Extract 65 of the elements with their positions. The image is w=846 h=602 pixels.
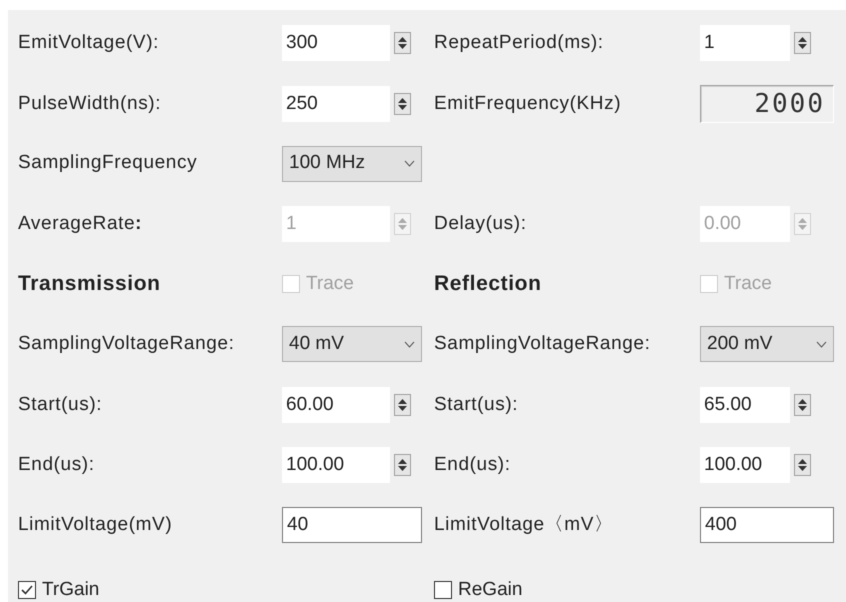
down-arrow-icon: [798, 224, 807, 230]
up-arrow-icon: [798, 37, 807, 42]
checkbox-label: Trace: [724, 272, 772, 296]
spinner-button[interactable]: [794, 394, 811, 416]
spinner-button[interactable]: [794, 32, 811, 54]
down-arrow-icon: [398, 406, 407, 411]
field-label: End(us):: [434, 452, 512, 477]
field-label: SamplingVoltageRange:: [18, 332, 236, 356]
number-field[interactable]: 100.00: [282, 447, 390, 484]
text-field[interactable]: 400: [700, 507, 834, 544]
checkbox[interactable]: [18, 580, 36, 599]
field-label: AverageRate:: [18, 212, 144, 236]
spinner-button[interactable]: [394, 394, 411, 416]
spinner-button[interactable]: [794, 454, 811, 476]
spinner-button[interactable]: [394, 32, 411, 54]
checkbox-label: ReGain: [458, 578, 522, 602]
field-label: EmitVoltage(V):: [18, 30, 160, 55]
field-label: Delay(us):: [434, 212, 528, 236]
number-field[interactable]: 1: [700, 25, 790, 61]
section-heading: Reflection: [434, 271, 543, 298]
number-field[interactable]: 100.00: [700, 447, 790, 484]
dropdown[interactable]: 100 MHz: [282, 146, 422, 182]
field-label: LimitVoltage(mV): [18, 513, 174, 538]
field-label: SamplingVoltageRange:: [434, 332, 652, 356]
field-label: EmitFrequency(KHz): [434, 92, 622, 116]
chevron-down-icon: [816, 340, 827, 348]
spinner-button[interactable]: [394, 454, 411, 476]
number-field[interactable]: 300: [282, 25, 390, 61]
field-label: RepeatPeriod(ms):: [434, 30, 605, 55]
checkbox[interactable]: [434, 580, 452, 599]
down-arrow-icon: [798, 406, 807, 411]
lcd-display: 2000: [700, 85, 834, 124]
down-arrow-icon: [398, 466, 407, 472]
field-label: SamplingFrequency: [18, 151, 198, 176]
number-field[interactable]: 65.00: [700, 386, 790, 423]
up-arrow-icon: [398, 398, 407, 404]
down-arrow-icon: [798, 466, 807, 472]
up-arrow-icon: [798, 398, 807, 404]
down-arrow-icon: [798, 44, 807, 49]
text-field[interactable]: 40: [282, 507, 422, 544]
down-arrow-icon: [398, 224, 407, 230]
dropdown[interactable]: 40 mV: [282, 326, 422, 362]
up-arrow-icon: [798, 218, 807, 223]
down-arrow-icon: [398, 44, 407, 49]
dropdown[interactable]: 200 mV: [700, 326, 834, 362]
check-icon: [20, 582, 34, 597]
field-label: LimitVoltage〈mV〉: [434, 513, 615, 538]
field-label: PulseWidth(ns):: [18, 92, 162, 116]
checkbox-label: TrGain: [42, 578, 100, 602]
section-heading: Transmission: [18, 271, 162, 298]
number-field[interactable]: 250: [282, 86, 390, 122]
up-arrow-icon: [798, 459, 807, 464]
chevron-down-icon: [404, 340, 415, 348]
up-arrow-icon: [398, 98, 407, 104]
down-arrow-icon: [398, 105, 407, 110]
field-label: Start(us):: [18, 392, 104, 417]
spinner-button[interactable]: [394, 93, 411, 116]
field-label: Start(us):: [434, 392, 520, 417]
up-arrow-icon: [398, 459, 407, 464]
chevron-down-icon: [404, 160, 415, 168]
up-arrow-icon: [398, 218, 407, 223]
field-label: End(us):: [18, 452, 96, 477]
number-field[interactable]: 60.00: [282, 386, 390, 423]
checkbox-label: Trace: [306, 272, 354, 296]
up-arrow-icon: [398, 37, 407, 42]
